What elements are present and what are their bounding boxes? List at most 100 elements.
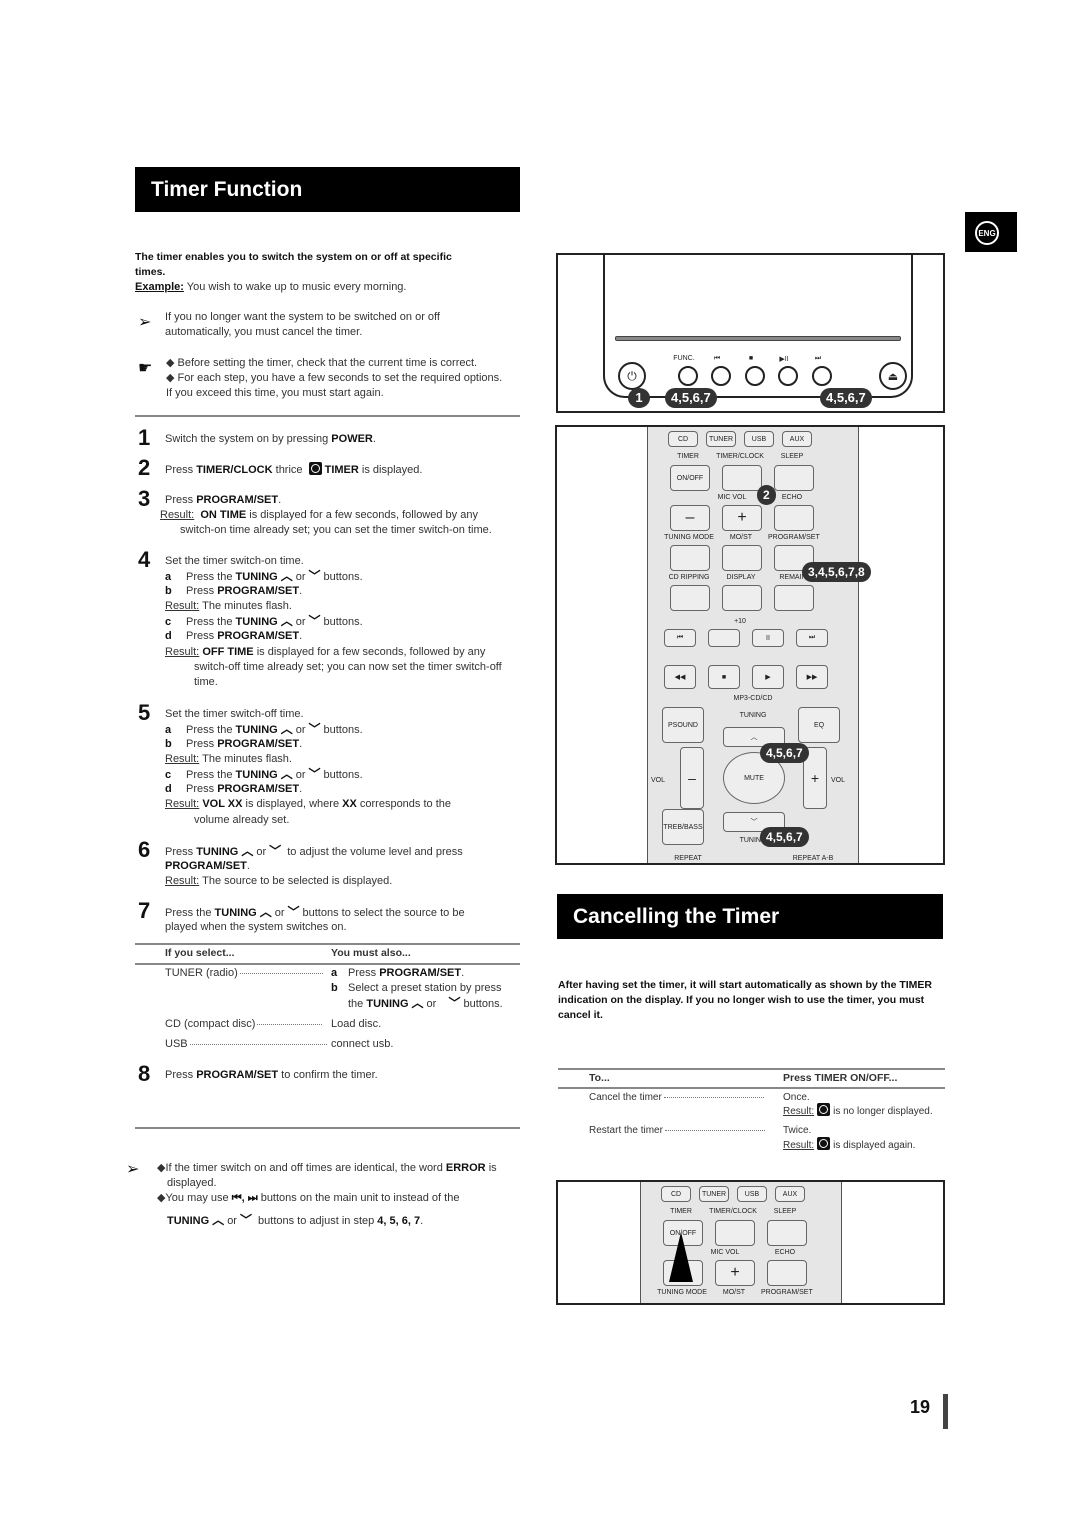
chevron-up-icon: ︿: [259, 905, 272, 919]
psound-button[interactable]: PSOUND: [662, 707, 704, 743]
transport-button[interactable]: ◀◀: [664, 665, 696, 689]
eq-button[interactable]: EQ: [798, 707, 840, 743]
source-button[interactable]: CD: [668, 431, 698, 447]
remote-label: TUNING MODE: [657, 1289, 707, 1296]
callout-badge: 2: [757, 485, 776, 505]
source-button[interactable]: TUNER: [699, 1186, 729, 1202]
skip-icons: ⏮, ⏭: [231, 1192, 258, 1204]
title-text: Cancelling the Timer: [573, 904, 780, 928]
pointing-hand-icon: ☛: [138, 360, 153, 377]
chevron-down-icon: ﹀: [308, 614, 321, 628]
transport-button[interactable]: ⏭: [796, 629, 828, 647]
step-4-result-1: Result: The minutes flash.: [165, 600, 292, 612]
sleep-button[interactable]: [774, 465, 814, 491]
source-button[interactable]: TUNER: [706, 431, 736, 447]
table-cell-source: CD (compact disc): [165, 1017, 324, 1032]
disc-slot: [615, 336, 901, 341]
page-number: 19: [910, 1397, 931, 1417]
divider: [135, 1127, 520, 1129]
remote-button[interactable]: [774, 585, 814, 611]
table-cell-action-a: a Press PROGRAM/SET.: [331, 967, 465, 979]
tip-2: For each step, you have a few seconds to…: [177, 372, 503, 384]
remote-button[interactable]: [670, 585, 710, 611]
step-6-result: Result: The source to be selected is dis…: [165, 875, 393, 887]
chevron-down-icon: ﹀: [448, 996, 461, 1010]
chevron-up-icon: ︿: [280, 614, 293, 628]
step-4b: b Press PROGRAM/SET.: [165, 585, 303, 597]
callout-badge: 4,5,6,7: [820, 388, 872, 408]
remote-label: TIMER: [677, 453, 699, 460]
unit-button[interactable]: [745, 366, 765, 386]
diamond-icon: ◆: [166, 357, 175, 369]
step-4-result-2-cont: switch-off time already set; you can now…: [194, 661, 502, 673]
unit-button[interactable]: [678, 366, 698, 386]
step-number: 8: [138, 1061, 151, 1086]
sleep-button[interactable]: [767, 1220, 807, 1246]
source-button[interactable]: CD: [661, 1186, 691, 1202]
remote-label: PROGRAM/SET: [761, 1289, 813, 1296]
unit-button[interactable]: [812, 366, 832, 386]
step-4-result-2-end: time.: [194, 676, 218, 688]
cancel-note: If you no longer want the system to be s…: [165, 311, 440, 338]
transport-button[interactable]: ⏮: [664, 629, 696, 647]
table-header-action: You must also...: [331, 947, 411, 959]
callout-badge: 1: [628, 388, 650, 408]
chevron-up-icon: ︿: [212, 1213, 225, 1227]
source-button[interactable]: USB: [744, 431, 774, 447]
remote-label: PROGRAM/SET: [768, 534, 820, 541]
remote-button[interactable]: [722, 545, 762, 571]
echo-button[interactable]: [767, 1260, 807, 1286]
timer-clock-button[interactable]: [715, 1220, 755, 1246]
source-button[interactable]: USB: [737, 1186, 767, 1202]
unit-button-label: ⏭: [814, 355, 822, 362]
remote-button[interactable]: [722, 585, 762, 611]
transport-button[interactable]: [708, 629, 740, 647]
mic-vol-up-button[interactable]: +: [715, 1260, 755, 1286]
clock-icon: [817, 1137, 831, 1150]
remote-button[interactable]: [670, 545, 710, 571]
source-button[interactable]: AUX: [782, 431, 812, 447]
remote-label: VOL: [650, 777, 665, 784]
mic-vol-down-button[interactable]: –: [670, 505, 710, 531]
cancelling-title: Cancelling the Timer: [557, 894, 943, 939]
clock-icon: [308, 462, 322, 475]
power-button[interactable]: ⏻: [618, 362, 646, 390]
transport-button[interactable]: ▶: [752, 665, 784, 689]
table-cell-press: Twice.: [783, 1125, 812, 1136]
press-arrow-icon: [669, 1232, 693, 1282]
step-1-text: Switch the system on by pressing POWER.: [165, 433, 376, 445]
source-button[interactable]: AUX: [775, 1186, 805, 1202]
unit-button[interactable]: [778, 366, 798, 386]
transport-button[interactable]: ■: [708, 665, 740, 689]
callout-badge: 4,5,6,7: [760, 827, 809, 847]
intro: The timer enables you to switch the syst…: [135, 250, 465, 295]
unit-button[interactable]: [711, 366, 731, 386]
timer-function-title: Timer Function: [135, 167, 520, 212]
chevron-up-icon: ︿: [241, 844, 254, 858]
remote-label: TIMER: [670, 1208, 692, 1215]
chevron-down-icon: ﹀: [308, 767, 321, 781]
table-cell-result: Result: is displayed again.: [783, 1137, 915, 1153]
remote-label: MO/ST: [722, 1289, 746, 1296]
remote-figure: CD TUNER USB AUX TIMER TIMER/CLOCK SLEEP ON/OFF…: [555, 425, 945, 865]
timer-on-off-button[interactable]: ON/OFF: [670, 465, 710, 491]
chevron-up-icon: ︿: [280, 722, 293, 736]
table-cell-to: Restart the timer: [589, 1123, 767, 1138]
unit-button-label: ■: [748, 355, 754, 362]
table-header-source: If you select...: [165, 947, 235, 959]
vol-down-button[interactable]: –: [680, 747, 704, 809]
chevron-down-icon: ﹀: [308, 569, 321, 583]
remote-body: CD TUNER USB AUX TIMER TIMER/CLOCK SLEEP ON/OFF…: [640, 1182, 842, 1303]
divider: [135, 415, 520, 417]
mic-vol-up-button[interactable]: +: [722, 505, 762, 531]
timer-clock-button[interactable]: [722, 465, 762, 491]
transport-button[interactable]: ▶▶: [796, 665, 828, 689]
transport-button[interactable]: II: [752, 629, 784, 647]
treb-bass-button[interactable]: TREB/BASS: [662, 809, 704, 845]
cancelling-intro: After having set the timer, it will star…: [558, 979, 932, 1021]
echo-button[interactable]: [774, 505, 814, 531]
table-top-rule: [135, 943, 520, 945]
table-cell-source: USB: [165, 1037, 329, 1052]
eject-button[interactable]: ⏏: [879, 362, 907, 390]
callout-badge: 3,4,5,6,7,8: [802, 562, 871, 582]
